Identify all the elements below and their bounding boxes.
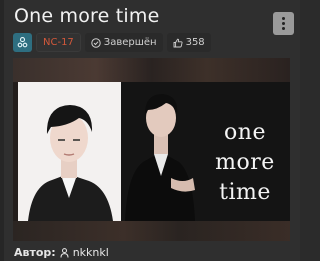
- fic-card: One more time NC-17 Завершён 358 one mor…: [0, 0, 300, 261]
- cover-text-line-3: time: [219, 180, 271, 205]
- cover-photo-left: [18, 82, 121, 221]
- cover-text-line-1: one: [224, 120, 266, 145]
- author-link[interactable]: nkknkl: [73, 246, 109, 259]
- status-badge[interactable]: Завершён: [84, 33, 163, 52]
- author-line: Автор: nkknkl: [14, 246, 109, 259]
- portrait-illustration-left: [18, 82, 121, 221]
- cover-title-text: one more time: [205, 118, 285, 208]
- cover-photo-right: one more time: [121, 82, 290, 221]
- cover-image[interactable]: one more time: [13, 58, 290, 241]
- more-menu-button[interactable]: [273, 12, 294, 35]
- thumbs-up-icon: [173, 38, 183, 47]
- status-label: Завершён: [103, 37, 157, 48]
- direction-badge[interactable]: [13, 33, 32, 52]
- fic-title[interactable]: One more time: [14, 5, 160, 27]
- card-header: One more time NC-17 Завершён 358: [0, 0, 300, 56]
- more-vertical-icon: [282, 17, 285, 20]
- author-label: Автор:: [14, 246, 56, 259]
- cover-top-strip: [13, 58, 290, 82]
- check-circle-icon: [91, 37, 101, 48]
- cover-bottom-strip: [13, 221, 290, 241]
- user-icon: [60, 247, 69, 258]
- likes-badge[interactable]: 358: [166, 33, 211, 52]
- pair-users-icon: [17, 36, 28, 47]
- rating-badge[interactable]: NC-17: [36, 33, 81, 52]
- likes-count: 358: [185, 37, 205, 48]
- badge-row: NC-17 Завершён 358: [13, 33, 211, 52]
- cover-text-line-2: more: [215, 150, 275, 175]
